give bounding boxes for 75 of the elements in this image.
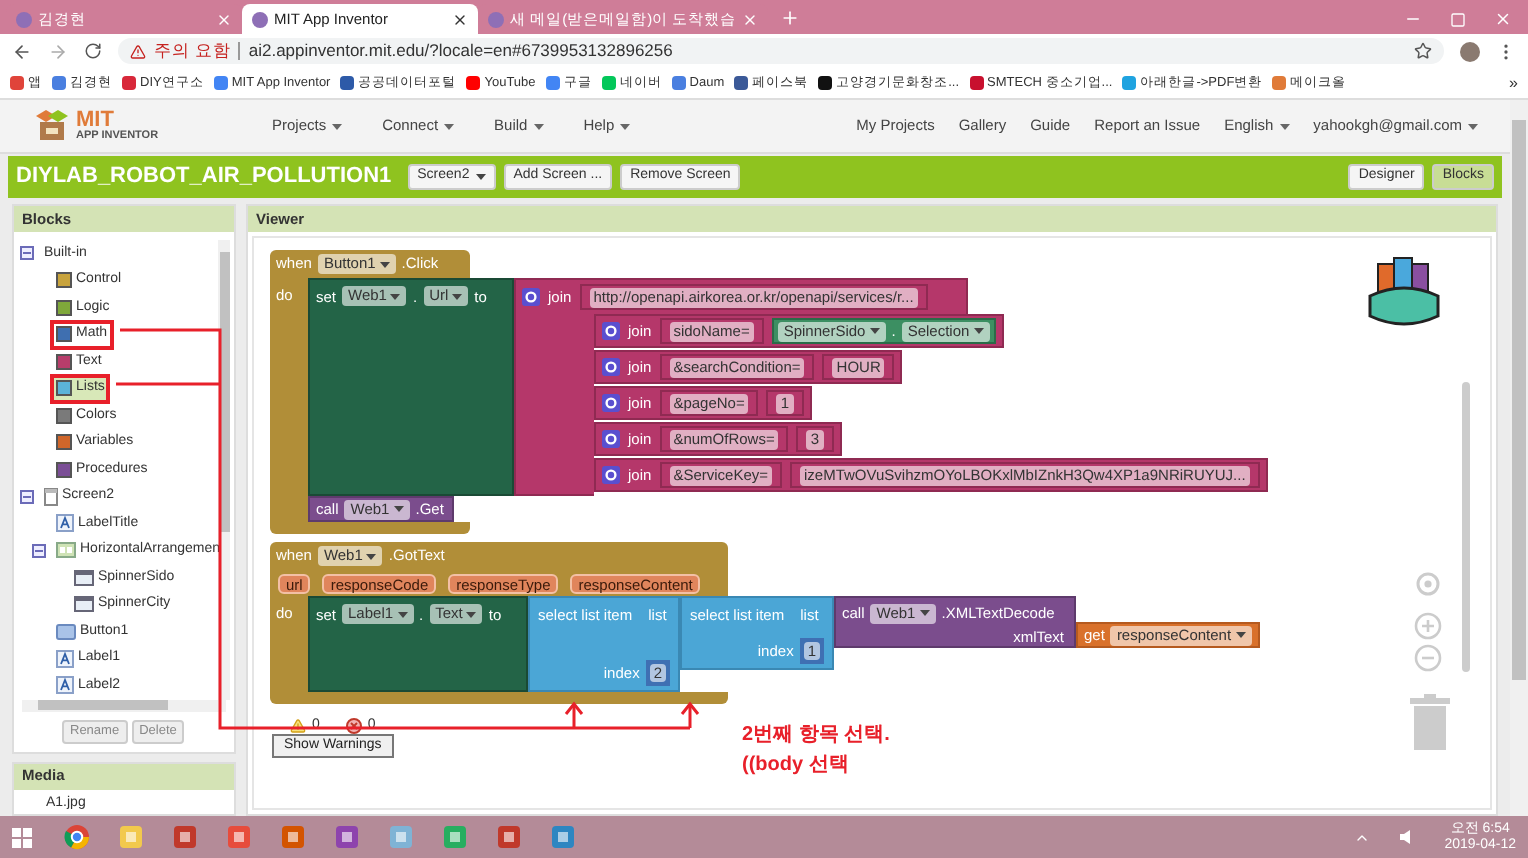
caret-icon [869,328,880,334]
site-icon [16,11,32,27]
app-icon[interactable] [226,824,252,850]
caret-icon [397,611,408,617]
caret-icon [973,328,984,334]
caret-icon [379,261,390,267]
app-icon[interactable] [388,824,414,850]
gear-icon[interactable] [602,322,620,340]
url-text: ai2.appinventor.mit.edu/?locale=en#6739953132896256 [248,38,675,64]
address-field[interactable]: 주의 요함 ai2.appinventor.mit.edu/?locale=en#6739953132896256 [118,38,1444,64]
back-icon[interactable] [12,41,32,61]
app-icon[interactable] [496,824,522,850]
page-scrollbar[interactable] [1510,100,1528,816]
button-icon [56,623,76,640]
gear-icon[interactable] [602,358,620,376]
caret-icon [393,506,404,512]
app-icon[interactable] [172,824,198,850]
caret-icon [533,123,544,129]
app-icon[interactable] [118,824,144,850]
gear-icon[interactable] [602,466,620,484]
warning-icon [290,718,306,735]
caret-icon [620,123,631,129]
caret-icon [332,123,343,129]
browser-icon[interactable] [64,824,90,850]
recenter-icon[interactable] [1414,570,1442,598]
profile-avatar[interactable] [1460,41,1480,61]
close-icon[interactable] [452,11,468,27]
warning-icon [130,43,146,59]
label-icon [56,514,74,533]
caret-icon [452,293,463,299]
more-bookmarks[interactable]: » [1509,71,1518,95]
trash-icon[interactable] [1410,694,1450,750]
zoom-in-icon[interactable] [1414,612,1442,640]
maximize-icon[interactable] [1450,11,1466,27]
windows-start-icon[interactable] [12,827,32,847]
bookmark-star-icon[interactable] [1414,42,1432,60]
gear-icon[interactable] [602,430,620,448]
gear-icon[interactable] [522,288,540,306]
site-icon [488,11,504,27]
security-status: 주의 요함 [154,38,231,64]
caret-icon [919,610,930,617]
reload-icon[interactable] [84,42,102,60]
spinner-icon [74,569,94,586]
arrangement-icon [56,542,76,559]
project-name: DIYLAB_ROBOT_AIR_POLLUTION1 [16,162,392,193]
caret-icon [366,553,377,559]
site-icon [252,11,268,27]
app-icon[interactable] [442,824,468,850]
app-icon[interactable] [550,824,576,850]
app-logo-icon [32,108,72,144]
caret-icon [466,611,477,617]
collapse-icon[interactable] [20,246,34,261]
scrollbar[interactable] [1462,382,1470,672]
gear-icon[interactable] [602,394,620,412]
forward-icon[interactable] [48,41,68,61]
caret-icon [1468,123,1478,129]
annotation-note: ((body 선택 [742,752,851,780]
app-icon[interactable] [280,824,306,850]
collapse-icon[interactable] [20,489,34,504]
annotation-note: 2번째 항목 선택. [742,722,890,750]
app-icon[interactable] [334,824,360,850]
label-icon [56,649,74,668]
spinner-icon [74,596,94,613]
caret-icon [390,293,401,299]
zoom-out-icon[interactable] [1414,644,1442,672]
label-icon [56,676,74,695]
caret-icon [1235,632,1246,638]
caret-icon [1279,123,1290,129]
collapse-icon[interactable] [32,543,46,558]
screen-icon [44,487,58,506]
scrollbar[interactable] [22,699,226,711]
caret-icon [444,123,455,129]
logo-title: MIT [76,109,114,132]
caret-icon [475,174,486,180]
new-tab-icon[interactable] [780,8,801,28]
